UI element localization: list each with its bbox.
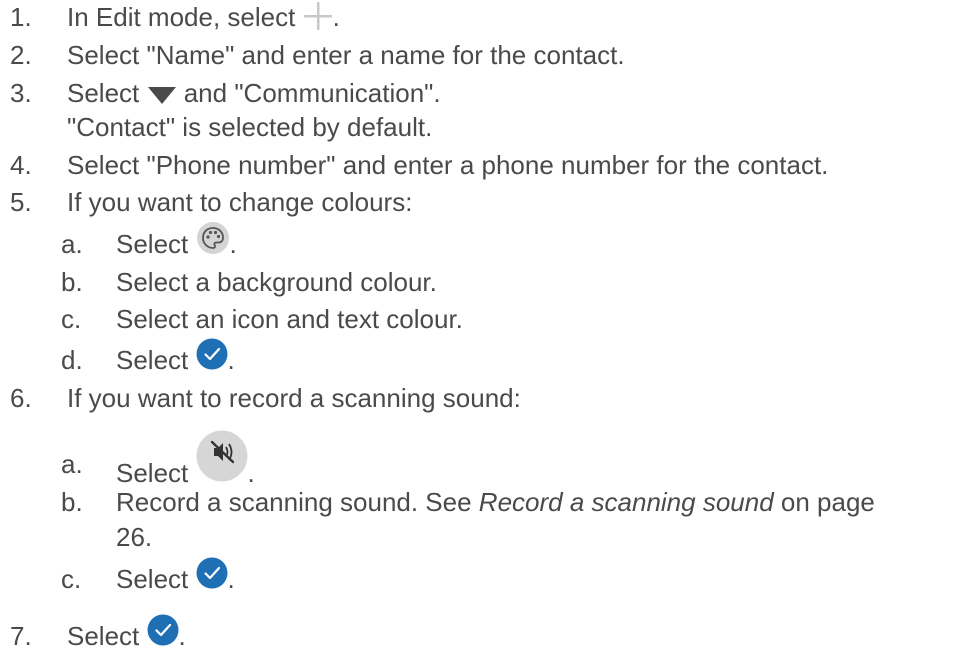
step-number: 4. [10, 150, 32, 180]
substep-letter: c. [61, 564, 82, 594]
substep-text: Record a scanning sound. See Record a sc… [116, 487, 875, 517]
cross-reference[interactable]: Record a scanning sound [479, 487, 774, 517]
page-number: 26. [116, 522, 153, 552]
substep-letter: b. [61, 267, 83, 297]
palette-icon [196, 221, 230, 255]
checkmark-circle-icon [196, 338, 228, 370]
checkmark-circle-icon [196, 557, 228, 589]
step-text: Select and "Communication". [67, 78, 441, 108]
step-number: 3. [10, 78, 32, 108]
substep-text: Select . [116, 557, 235, 597]
checkmark-circle-icon [147, 614, 179, 646]
step-text: Select "Name" and enter a name for the c… [67, 40, 625, 70]
step-number: 7. [10, 621, 32, 651]
plus-icon [303, 1, 333, 31]
step-number: 1. [10, 2, 32, 32]
step-text: If you want to record a scanning sound: [67, 383, 521, 413]
step-number: 6. [10, 383, 32, 413]
step-text: In Edit mode, select . [67, 1, 340, 32]
instruction-page: { "steps": [ {"num": "1.", "pre": "In Ed… [0, 0, 960, 668]
substep-letter: b. [61, 487, 83, 517]
substep-text: Select an icon and text colour. [116, 304, 463, 334]
triangle-down-icon [147, 82, 177, 105]
substep-letter: a. [61, 229, 83, 259]
step-number: 5. [10, 187, 32, 217]
step-text: Select "Phone number" and enter a phone … [67, 150, 829, 180]
substep-letter: c. [61, 304, 82, 334]
substep-text: Select a background colour. [116, 267, 437, 297]
substep-text: Select . [116, 222, 237, 263]
substep-letter: a. [61, 449, 83, 479]
speaker-muted-icon [196, 430, 248, 482]
substep-letter: d. [61, 345, 83, 375]
substep-text: Select . [116, 338, 235, 378]
step-number: 2. [10, 40, 32, 70]
step-text: If you want to change colours: [67, 187, 413, 217]
step-text: Select . [67, 614, 186, 654]
